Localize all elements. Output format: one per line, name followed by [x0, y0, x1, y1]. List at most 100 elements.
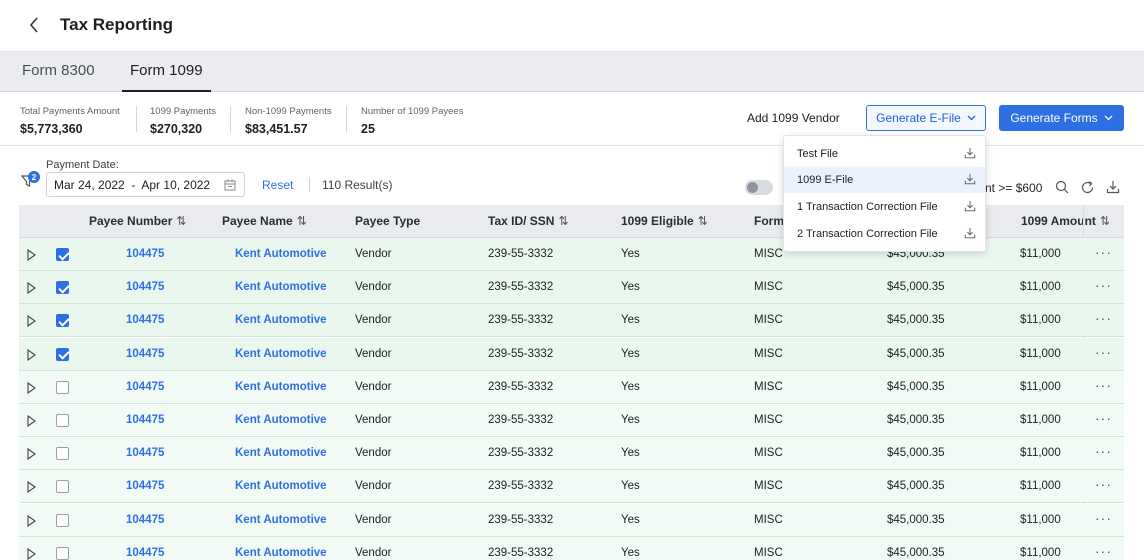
col-payee-number[interactable]: Payee Number ⇅	[89, 214, 186, 228]
expand-row-icon[interactable]	[27, 348, 39, 362]
expand-row-icon[interactable]	[27, 480, 39, 494]
col-payee-name[interactable]: Payee Name ⇅	[222, 214, 307, 228]
payee-number-link[interactable]: 104475	[126, 248, 164, 260]
payee-number-link[interactable]: 104475	[126, 414, 164, 426]
eligible-cell: Yes	[621, 314, 640, 327]
payee-name-link[interactable]: Kent Automotive	[235, 447, 327, 459]
expand-row-icon[interactable]	[27, 248, 39, 262]
row-checkbox[interactable]	[56, 414, 69, 427]
tab-form-1099[interactable]: Form 1099	[122, 62, 211, 92]
sort-icon[interactable]: ⇅	[698, 214, 708, 228]
expand-row-icon[interactable]	[27, 281, 39, 295]
col-1099-amount[interactable]: 1099 Amount ⇅	[1021, 214, 1110, 228]
table-row[interactable]: 104475 Kent Automotive Vendor 239-55-3332 Ye…	[19, 536, 1124, 560]
more-actions-icon[interactable]: ···	[1095, 443, 1112, 459]
row-checkbox[interactable]	[56, 447, 69, 461]
payee-name-link[interactable]: Kent Automotive	[235, 414, 327, 426]
payee-number-link[interactable]: 104475	[126, 314, 164, 326]
expand-row-icon[interactable]	[27, 381, 39, 395]
table-row[interactable]: 104475 Kent Automotive Vendor 239-55-3332 Ye…	[19, 404, 1124, 437]
payee-name-link[interactable]: Kent Automotive	[235, 480, 327, 492]
row-checkbox[interactable]	[56, 248, 69, 261]
payee-number-link[interactable]: 104475	[126, 480, 164, 492]
payee-number-link[interactable]: 104475	[126, 348, 164, 360]
payee-number-link[interactable]: 104475	[126, 447, 164, 459]
generate-efile-label: Generate E-File	[876, 111, 961, 125]
row-checkbox[interactable]	[56, 281, 69, 295]
table-row[interactable]: 104475 Kent Automotive Vendor 239-55-3332 Ye…	[19, 437, 1124, 471]
expand-row-icon[interactable]	[27, 447, 39, 461]
table-row[interactable]: 104475 Kent Automotive Vendor 239-55-3332 Ye…	[19, 337, 1124, 371]
row-checkbox[interactable]	[56, 480, 69, 494]
row-checkbox[interactable]	[56, 347, 69, 361]
reset-button[interactable]: Reset	[262, 178, 293, 192]
refresh-icon[interactable]	[1080, 180, 1096, 196]
add-1099-vendor-button[interactable]: Add 1099 Vendor	[747, 111, 840, 125]
col-label: Payee Number	[89, 214, 173, 228]
tax-id-cell: 239-55-3332	[488, 248, 554, 260]
payee-number-link[interactable]: 104475	[126, 281, 164, 293]
expand-row-icon[interactable]	[27, 414, 39, 428]
menu-item-1-transaction-correction[interactable]: 1 Transaction Correction File	[784, 194, 985, 220]
payee-type-cell: Vendor	[355, 281, 392, 294]
payee-type-cell: Vendor	[355, 414, 392, 426]
table-row[interactable]: 104475 Kent Automotive Vendor 239-55-3332 Ye…	[19, 271, 1124, 305]
col-1099-eligible[interactable]: 1099 Eligible ⇅	[621, 214, 708, 228]
row-checkbox[interactable]	[56, 380, 69, 394]
row-checkbox[interactable]	[56, 546, 69, 560]
download-icon[interactable]	[1106, 180, 1122, 196]
tax-id-cell: 239-55-3332	[488, 480, 554, 493]
more-actions-icon[interactable]: ···	[1095, 410, 1112, 426]
tax-id-cell: 239-55-3332	[488, 281, 554, 294]
form-cell: MISC	[754, 281, 783, 294]
search-icon[interactable]	[1055, 180, 1071, 196]
more-actions-icon[interactable]: ···	[1095, 543, 1112, 559]
payee-name-link[interactable]: Kent Automotive	[235, 547, 327, 559]
payee-type-cell: Vendor	[355, 546, 392, 559]
table-row[interactable]: 104475 Kent Automotive Vendor 239-55-3332 Ye…	[19, 370, 1124, 404]
generate-forms-button[interactable]: Generate Forms	[999, 105, 1124, 131]
table-row[interactable]: 104475 Kent Automotive Vendor 239-55-3332 Ye…	[19, 503, 1124, 537]
tab-form-8300[interactable]: Form 8300	[22, 62, 95, 79]
more-actions-icon[interactable]: ···	[1095, 310, 1112, 326]
sort-icon[interactable]: ⇅	[176, 214, 186, 228]
payee-number-link[interactable]: 104475	[126, 381, 164, 393]
menu-item-label: 2 Transaction Correction File	[797, 228, 938, 240]
sort-icon[interactable]: ⇅	[1100, 214, 1110, 228]
row-checkbox[interactable]	[56, 314, 69, 328]
menu-item-test-file[interactable]: Test File	[784, 141, 985, 167]
min-amount-toggle[interactable]	[745, 180, 773, 195]
table-row[interactable]: 104475 Kent Automotive Vendor 239-55-3332 Ye…	[19, 304, 1124, 338]
payee-name-link[interactable]: Kent Automotive	[235, 381, 327, 393]
payee-number-link[interactable]: 104475	[126, 514, 164, 526]
generate-efile-button[interactable]: Generate E-File	[866, 105, 986, 131]
payee-name-link[interactable]: Kent Automotive	[235, 281, 327, 293]
expand-row-icon[interactable]	[27, 547, 39, 560]
more-actions-icon[interactable]: ···	[1095, 510, 1112, 526]
more-actions-icon[interactable]: ···	[1095, 244, 1112, 260]
more-actions-icon[interactable]: ···	[1095, 476, 1112, 492]
payee-name-link[interactable]: Kent Automotive	[235, 248, 327, 260]
more-actions-icon[interactable]: ···	[1095, 344, 1112, 360]
payee-name-link[interactable]: Kent Automotive	[235, 314, 327, 326]
col-tax-id[interactable]: Tax ID/ SSN ⇅	[488, 214, 569, 228]
row-checkbox[interactable]	[56, 513, 69, 527]
calendar-icon	[224, 179, 236, 194]
menu-item-1099-efile[interactable]: 1099 E-File	[784, 167, 985, 193]
form-cell: MISC	[754, 546, 783, 559]
expand-row-icon[interactable]	[27, 314, 39, 328]
payee-number-link[interactable]: 104475	[126, 547, 164, 559]
payee-name-link[interactable]: Kent Automotive	[235, 514, 327, 526]
divider	[230, 106, 231, 132]
divider	[309, 177, 310, 192]
expand-row-icon[interactable]	[27, 514, 39, 528]
more-actions-icon[interactable]: ···	[1095, 277, 1112, 293]
more-actions-icon[interactable]: ···	[1095, 377, 1112, 393]
table-row[interactable]: 104475 Kent Automotive Vendor 239-55-3332 Ye…	[19, 470, 1124, 504]
back-arrow-icon[interactable]	[22, 13, 46, 37]
menu-item-2-transaction-correction[interactable]: 2 Transaction Correction File	[784, 221, 985, 247]
sort-icon[interactable]: ⇅	[297, 214, 307, 228]
payee-name-link[interactable]: Kent Automotive	[235, 348, 327, 360]
sort-icon[interactable]: ⇅	[558, 214, 568, 228]
payment-date-range-input[interactable]: Mar 24, 2022 - Apr 10, 2022	[46, 172, 245, 197]
